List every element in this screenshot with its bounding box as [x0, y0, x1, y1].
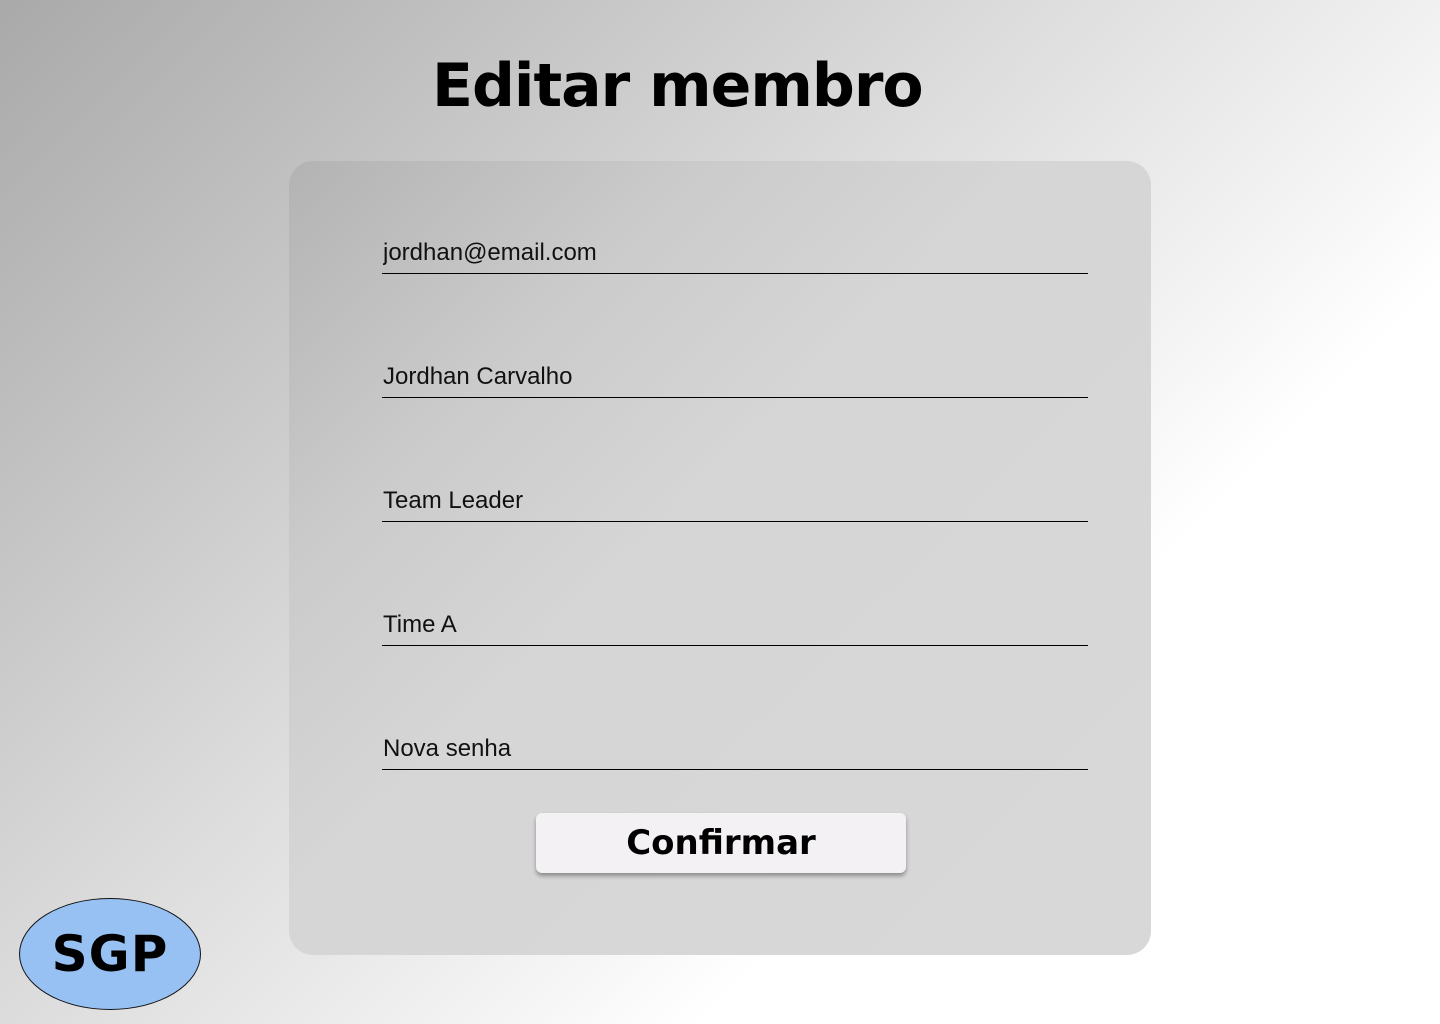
page-title: Editar membro: [432, 51, 924, 121]
new-password-field[interactable]: [382, 735, 1089, 763]
name-field-wrapper: [382, 353, 1089, 398]
sgp-logo[interactable]: SGP: [19, 898, 201, 1010]
team-field-wrapper: [382, 601, 1089, 646]
role-field[interactable]: [382, 487, 1089, 515]
email-field-wrapper: [382, 229, 1089, 274]
edit-member-form: Confirmar: [289, 161, 1151, 955]
email-field[interactable]: [382, 239, 1089, 267]
name-field[interactable]: [382, 363, 1089, 391]
confirm-button[interactable]: Confirmar: [536, 813, 906, 873]
team-field[interactable]: [382, 611, 1089, 639]
logo-text: SGP: [51, 925, 169, 983]
password-field-wrapper: [382, 725, 1089, 770]
role-field-wrapper: [382, 477, 1089, 522]
